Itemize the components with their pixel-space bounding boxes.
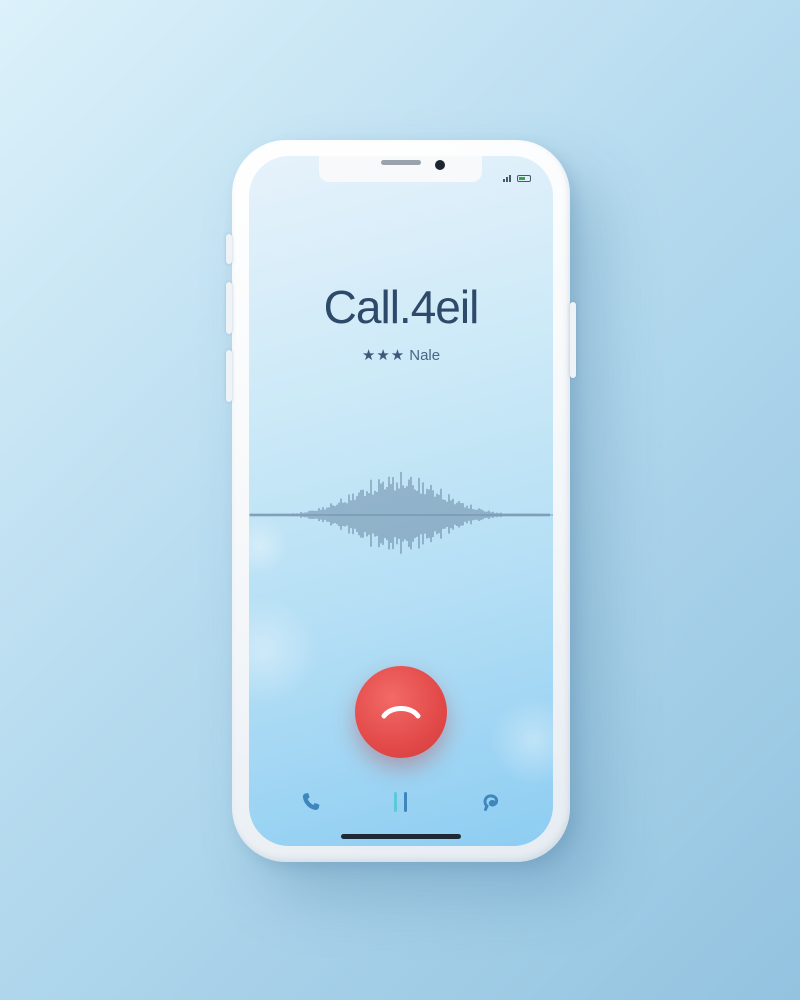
pause-button[interactable] — [381, 782, 421, 822]
silent-switch — [226, 234, 232, 264]
phone-button[interactable] — [291, 782, 331, 822]
swirl-icon — [483, 794, 499, 811]
home-indicator[interactable] — [341, 834, 461, 839]
call-screen: Call.4eil ★★★ Nale — [249, 156, 553, 846]
swirl-button[interactable] — [471, 782, 511, 822]
end-call-button[interactable] — [355, 666, 447, 758]
status-bar — [503, 175, 531, 182]
volume-up-button — [226, 282, 232, 334]
audio-waveform — [249, 471, 553, 554]
call-subtitle: ★★★ Nale — [249, 346, 553, 364]
volume-down-button — [226, 350, 232, 402]
pause-icon — [394, 792, 407, 812]
phone-hangup-icon — [381, 706, 421, 719]
front-camera — [435, 160, 445, 170]
signal-icon — [503, 175, 511, 182]
phone-icon — [302, 793, 320, 810]
battery-icon — [517, 175, 531, 182]
speaker-grille — [381, 160, 421, 165]
rating-stars: ★★★ — [361, 347, 406, 364]
power-button — [570, 302, 576, 378]
call-controls — [249, 782, 553, 822]
phone-device: Call.4eil ★★★ Nale — [226, 140, 576, 862]
call-title: Call.4eil — [323, 281, 480, 333]
caller-name: Nale — [409, 347, 441, 364]
notch — [319, 156, 482, 182]
